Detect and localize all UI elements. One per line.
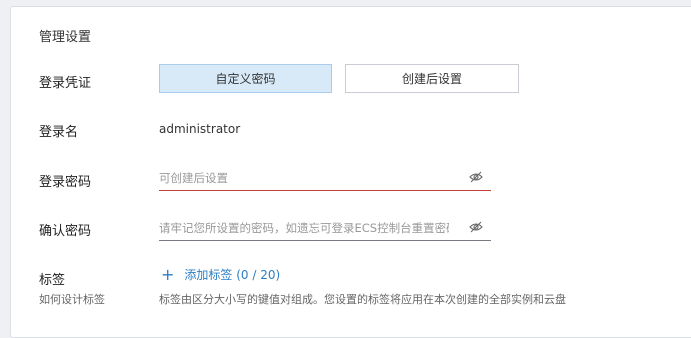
password-input[interactable] [159,167,449,189]
confirm-password-field [159,215,491,241]
confirm-password-input[interactable] [159,217,449,239]
custom-password-option[interactable]: 自定义密码 [159,64,332,93]
tags-label: 标签 [39,273,66,288]
login-name-label: 登录名 [39,125,79,140]
tag-count: (0 / 20) [236,268,281,282]
login-name-value: administrator [159,122,241,136]
credential-label: 登录凭证 [39,76,92,91]
section-title: 管理设置 [39,30,92,45]
plus-icon: + [161,264,175,284]
password-label: 登录密码 [39,175,92,190]
eye-off-icon[interactable] [469,221,483,233]
management-settings-card: 管理设置 登录凭证 自定义密码 创建后设置 登录名 administrator … [10,6,691,338]
set-after-creation-option[interactable]: 创建后设置 [345,64,519,93]
tag-design-help-link[interactable]: 如何设计标签 [39,291,105,307]
confirm-password-label: 确认密码 [39,224,92,239]
eye-off-icon[interactable] [469,171,483,183]
add-tag-button[interactable]: + 添加标签 (0 / 20) [161,266,280,283]
add-tag-label: 添加标签 [184,268,233,282]
password-field [159,165,491,191]
tag-description: 标签由区分大小写的键值对组成。您设置的标签将应用在本次创建的全部实例和云盘 [159,293,566,306]
